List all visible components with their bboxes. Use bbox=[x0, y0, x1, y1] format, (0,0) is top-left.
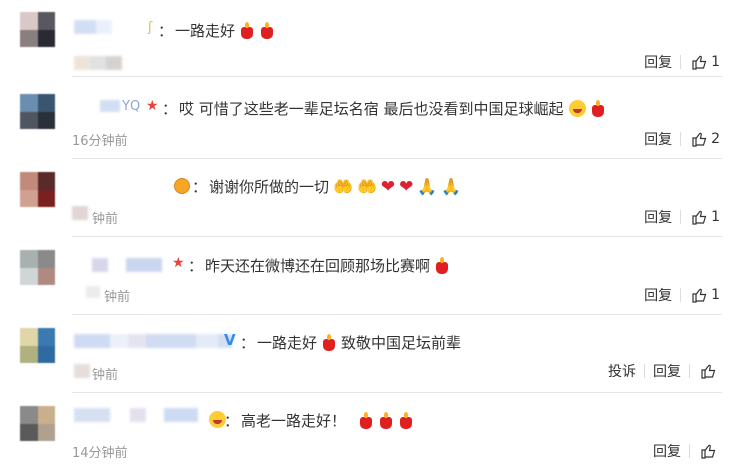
like-count: 1 bbox=[711, 209, 720, 225]
pray-emoji: 🙏 bbox=[441, 177, 462, 196]
reply-button[interactable]: 回复 bbox=[636, 285, 680, 305]
timestamp: 钟前 bbox=[92, 368, 119, 383]
reply-button[interactable]: 回复 bbox=[636, 207, 680, 227]
comment-item: ：高老一路走好！ 14分钟前 回复 bbox=[0, 394, 750, 471]
candle-emoji bbox=[239, 22, 255, 39]
username-tail: YQ bbox=[122, 99, 141, 114]
avatar[interactable] bbox=[20, 94, 55, 129]
heart-emoji: ❤ bbox=[380, 176, 396, 197]
comment-actions: 回复 1 bbox=[636, 207, 720, 227]
like-count: 1 bbox=[711, 54, 720, 70]
avatar[interactable] bbox=[20, 250, 55, 285]
palms-emoji: 🤲 bbox=[356, 177, 377, 196]
comment-text: ：高老一路走好！ bbox=[224, 410, 414, 431]
username[interactable] bbox=[74, 408, 198, 422]
divider bbox=[72, 158, 722, 159]
blurred-time bbox=[86, 286, 100, 298]
blurred-time bbox=[74, 56, 122, 70]
reply-button[interactable]: 回复 bbox=[636, 129, 680, 149]
palms-emoji: 🤲 bbox=[333, 177, 353, 196]
star-icon: ★ bbox=[172, 255, 185, 271]
pray-emoji: 🙏 bbox=[417, 177, 438, 196]
reply-button[interactable]: 回复 bbox=[645, 441, 689, 461]
avatar[interactable] bbox=[20, 12, 55, 47]
like-button[interactable]: 1 bbox=[681, 54, 720, 70]
comment-text: ：一路走好 bbox=[158, 20, 275, 41]
divider bbox=[72, 392, 722, 393]
like-button[interactable]: 1 bbox=[681, 209, 720, 225]
comment-actions: 回复 2 bbox=[636, 129, 720, 149]
like-count: 1 bbox=[711, 287, 720, 303]
star-icon: ★ bbox=[146, 98, 159, 114]
like-count: 2 bbox=[711, 131, 720, 147]
username[interactable] bbox=[100, 100, 120, 112]
comment-actions: 回复 bbox=[645, 441, 720, 461]
comment-actions: 回复 1 bbox=[636, 52, 720, 72]
candle-emoji bbox=[358, 412, 374, 429]
comment-item: ★ ：昨天还在微博还在回顾那场比赛啊 钟前 回复 1 bbox=[0, 238, 750, 315]
reply-button[interactable]: 回复 bbox=[636, 52, 680, 72]
like-thumb-icon bbox=[692, 210, 707, 225]
comment-actions: 回复 1 bbox=[636, 285, 720, 305]
like-thumb-icon bbox=[692, 55, 707, 70]
avatar[interactable] bbox=[20, 328, 55, 363]
comment-text: ：谢谢你所做的一切 🤲 🤲 ❤ ❤ 🙏 🙏 bbox=[192, 176, 462, 197]
like-button[interactable] bbox=[690, 443, 720, 459]
like-button[interactable]: 1 bbox=[681, 287, 720, 303]
avatar[interactable] bbox=[20, 406, 55, 441]
heart-emoji: ❤ bbox=[399, 176, 414, 197]
username[interactable] bbox=[74, 20, 112, 34]
comment-item: ʃ ：一路走好 回复 1 bbox=[0, 0, 750, 77]
comment-item: V ：一路走好 致敬中国足坛前辈 钟前 投诉 回复 bbox=[0, 316, 750, 393]
face-emoji bbox=[568, 100, 586, 117]
like-thumb-icon bbox=[701, 444, 716, 459]
comment-text: ：哎 可惜了这些老一辈足坛名宿 最后也没看到中国足球崛起 bbox=[162, 98, 606, 119]
timestamp: 钟前 bbox=[92, 212, 119, 227]
candle-emoji bbox=[321, 334, 337, 351]
like-button[interactable] bbox=[690, 363, 720, 379]
timestamp: 14分钟前 bbox=[72, 446, 128, 461]
avatar[interactable] bbox=[20, 172, 55, 207]
username[interactable] bbox=[92, 258, 162, 272]
comment-item: YQ ★ ：哎 可惜了这些老一辈足坛名宿 最后也没看到中国足球崛起 16分钟前 … bbox=[0, 82, 750, 159]
like-thumb-icon bbox=[692, 132, 707, 147]
blurred-time bbox=[74, 364, 90, 378]
divider bbox=[72, 76, 722, 77]
username[interactable] bbox=[74, 334, 232, 348]
candle-emoji bbox=[434, 257, 450, 274]
candle-emoji bbox=[590, 100, 606, 117]
report-button[interactable]: 投诉 bbox=[600, 361, 644, 381]
vip-badge-icon bbox=[174, 178, 190, 194]
like-thumb-icon bbox=[701, 364, 716, 379]
like-thumb-icon bbox=[692, 288, 707, 303]
comment-item: ：谢谢你所做的一切 🤲 🤲 ❤ ❤ 🙏 🙏 钟前 回复 1 bbox=[0, 160, 750, 237]
candle-emoji bbox=[378, 412, 394, 429]
comment-text: ：一路走好 致敬中国足坛前辈 bbox=[240, 334, 462, 352]
candle-emoji bbox=[398, 412, 414, 429]
timestamp: 16分钟前 bbox=[72, 134, 128, 149]
username-tail: ʃ bbox=[148, 20, 153, 35]
verified-badge-icon: V bbox=[224, 331, 236, 349]
blurred-time bbox=[72, 206, 88, 220]
divider bbox=[72, 314, 722, 315]
comment-actions: 投诉 回复 bbox=[600, 361, 720, 381]
like-button[interactable]: 2 bbox=[681, 131, 720, 147]
timestamp: 钟前 bbox=[104, 290, 131, 305]
candle-emoji bbox=[259, 22, 275, 39]
reply-button[interactable]: 回复 bbox=[645, 361, 689, 381]
divider bbox=[72, 236, 722, 237]
comment-text: ：昨天还在微博还在回顾那场比赛啊 bbox=[188, 255, 450, 276]
